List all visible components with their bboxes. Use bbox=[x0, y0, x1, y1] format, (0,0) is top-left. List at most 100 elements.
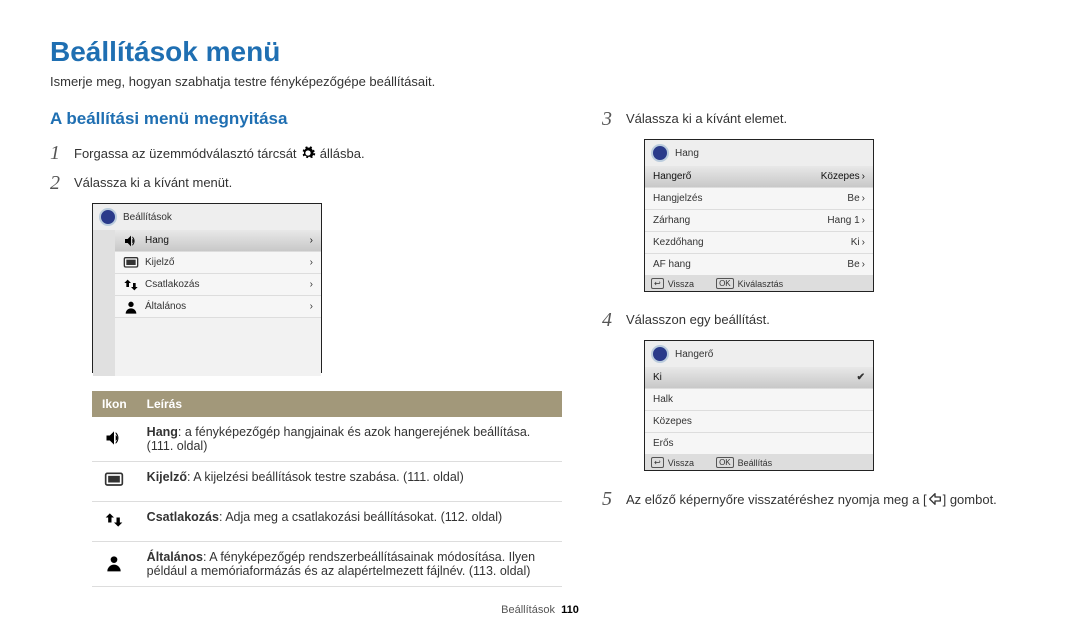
row-label: Halk bbox=[653, 394, 673, 405]
chevron-right-icon: › bbox=[310, 235, 313, 246]
chevron-right-icon: › bbox=[310, 279, 313, 290]
row-value: Be bbox=[847, 193, 859, 204]
step-3-text: Válassza ki a kívánt elemet. bbox=[626, 109, 1030, 126]
th-icon: Ikon bbox=[92, 391, 137, 417]
section-title: A beállítási menü megnyitása bbox=[50, 109, 562, 129]
menu-row[interactable]: Kezdőhang Ki › bbox=[645, 232, 873, 254]
step-4-num: 4 bbox=[602, 310, 618, 330]
menu-row[interactable]: Közepes bbox=[645, 411, 873, 433]
speaker-icon bbox=[92, 417, 137, 462]
step-1: 1 Forgassa az üzemmódválasztó tárcsát ál… bbox=[50, 143, 562, 163]
row-label: Zárhang bbox=[653, 215, 690, 226]
back-icon: ↩ bbox=[651, 278, 664, 289]
person-icon bbox=[92, 542, 137, 587]
step-3: 3 Válassza ki a kívánt elemet. bbox=[602, 109, 1030, 129]
page-subtitle: Ismerje meg, hogyan szabhatja testre fén… bbox=[50, 74, 1030, 89]
person-icon bbox=[123, 299, 139, 315]
row-value: Közepes bbox=[821, 171, 860, 182]
row-label: Ki bbox=[653, 372, 662, 383]
page-number: 110 bbox=[561, 604, 579, 616]
desc-cell: Hang: a fényképezőgép hangjainak és azok… bbox=[137, 417, 562, 462]
panel-header: Beállítások bbox=[93, 204, 321, 230]
check-icon: ✔ bbox=[857, 372, 865, 383]
table-row: Hang: a fényképezőgép hangjainak és azok… bbox=[92, 417, 562, 462]
menu-row[interactable]: ZárhangHang 1 › bbox=[645, 210, 873, 232]
ok-label: Beállítás bbox=[738, 458, 773, 468]
menu-row[interactable]: Hangjelzés Be › bbox=[645, 188, 873, 210]
row-label: Hangerő bbox=[653, 171, 691, 182]
chevron-right-icon: › bbox=[862, 237, 865, 248]
row-label: Általános bbox=[145, 301, 186, 312]
description-table: Ikon Leírás Hang: a fényképezőgép hangja… bbox=[92, 391, 562, 587]
row-label: Csatlakozás bbox=[145, 279, 199, 290]
table-row: Általános: A fényképezőgép rendszerbeáll… bbox=[92, 542, 562, 587]
row-label: Közepes bbox=[653, 416, 692, 427]
speaker-icon bbox=[123, 233, 139, 249]
chevron-right-icon: › bbox=[310, 301, 313, 312]
step-2-num: 2 bbox=[50, 173, 66, 193]
chevron-right-icon: › bbox=[862, 259, 865, 270]
panel-title: Hangerő bbox=[675, 349, 713, 360]
camera-panel-hang: Hang HangerőKözepes ›HangjelzésBe ›Zárha… bbox=[644, 139, 874, 292]
panel-title: Beállítások bbox=[123, 212, 172, 223]
transfer-icon bbox=[123, 277, 139, 293]
ok-icon: OK bbox=[716, 457, 734, 468]
menu-row[interactable]: Hang › bbox=[115, 230, 321, 252]
panel-footer: ↩ Vissza OK Beállítás bbox=[645, 455, 873, 470]
step-4-text: Válasszon egy beállítást. bbox=[626, 310, 1030, 327]
page-title: Beállítások menü bbox=[50, 36, 1030, 68]
back-arrow-icon bbox=[927, 491, 943, 507]
chevron-right-icon: › bbox=[862, 171, 865, 182]
menu-row[interactable]: Erős bbox=[645, 433, 873, 455]
row-value: Ki bbox=[851, 237, 860, 248]
menu-row[interactable]: Általános › bbox=[115, 296, 321, 318]
panel-header: Hangerő bbox=[645, 341, 873, 367]
step-1-num: 1 bbox=[50, 143, 66, 163]
th-desc: Leírás bbox=[137, 391, 562, 417]
table-row: Csatlakozás: Adja meg a csatlakozási beá… bbox=[92, 502, 562, 542]
step-2: 2 Válassza ki a kívánt menüt. bbox=[50, 173, 562, 193]
camera-panel-hangero: Hangerő Ki ✔ Halk Közepes Erős ↩ Vissza OK B… bbox=[644, 340, 874, 471]
panel-header: Hang bbox=[645, 140, 873, 166]
step-5-text: Az előző képernyőre visszatéréshez nyomj… bbox=[626, 489, 1030, 507]
footer-label: Beállítások bbox=[501, 604, 555, 616]
row-label: Hangjelzés bbox=[653, 193, 702, 204]
step-2-text: Válassza ki a kívánt menüt. bbox=[74, 173, 562, 190]
step-1-text: Forgassa az üzemmódválasztó tárcsát állá… bbox=[74, 143, 562, 161]
display-icon bbox=[92, 462, 137, 502]
panel-title: Hang bbox=[675, 148, 699, 159]
step-5: 5 Az előző képernyőre visszatéréshez nyo… bbox=[602, 489, 1030, 509]
dial-icon bbox=[651, 345, 669, 363]
ok-icon: OK bbox=[716, 278, 734, 289]
transfer-icon bbox=[92, 502, 137, 542]
back-label: Vissza bbox=[668, 458, 694, 468]
menu-row[interactable]: Csatlakozás › bbox=[115, 274, 321, 296]
menu-row[interactable]: Hangerő Közepes › bbox=[645, 166, 873, 188]
page-footer: Beállítások 110 bbox=[0, 604, 1080, 616]
step-5-num: 5 bbox=[602, 489, 618, 509]
chevron-right-icon: › bbox=[862, 193, 865, 204]
row-value: Be bbox=[847, 259, 859, 270]
camera-panel-settings: Beállítások Hang›Kijelző›Csatlakozás›Ált… bbox=[92, 203, 322, 373]
dial-icon bbox=[99, 208, 117, 226]
panel-footer: ↩ Vissza OK Kiválasztás bbox=[645, 276, 873, 291]
table-row: Kijelző: A kijelzési beállítások testre … bbox=[92, 462, 562, 502]
row-label: Kezdőhang bbox=[653, 237, 704, 248]
chevron-right-icon: › bbox=[310, 257, 313, 268]
step-3-num: 3 bbox=[602, 109, 618, 129]
menu-row[interactable]: Halk bbox=[645, 389, 873, 411]
chevron-right-icon: › bbox=[862, 215, 865, 226]
step-4: 4 Válasszon egy beállítást. bbox=[602, 310, 1030, 330]
row-label: Hang bbox=[145, 235, 169, 246]
menu-row[interactable]: AF hang Be › bbox=[645, 254, 873, 276]
desc-cell: Csatlakozás: Adja meg a csatlakozási beá… bbox=[137, 502, 562, 542]
dial-icon bbox=[651, 144, 669, 162]
menu-row[interactable]: Kijelző › bbox=[115, 252, 321, 274]
row-label: AF hang bbox=[653, 259, 691, 270]
back-icon: ↩ bbox=[651, 457, 664, 468]
menu-row[interactable]: Ki ✔ bbox=[645, 367, 873, 389]
row-label: Kijelző bbox=[145, 257, 174, 268]
gear-icon bbox=[300, 145, 316, 161]
ok-label: Kiválasztás bbox=[738, 279, 784, 289]
desc-cell: Kijelző: A kijelzési beállítások testre … bbox=[137, 462, 562, 502]
